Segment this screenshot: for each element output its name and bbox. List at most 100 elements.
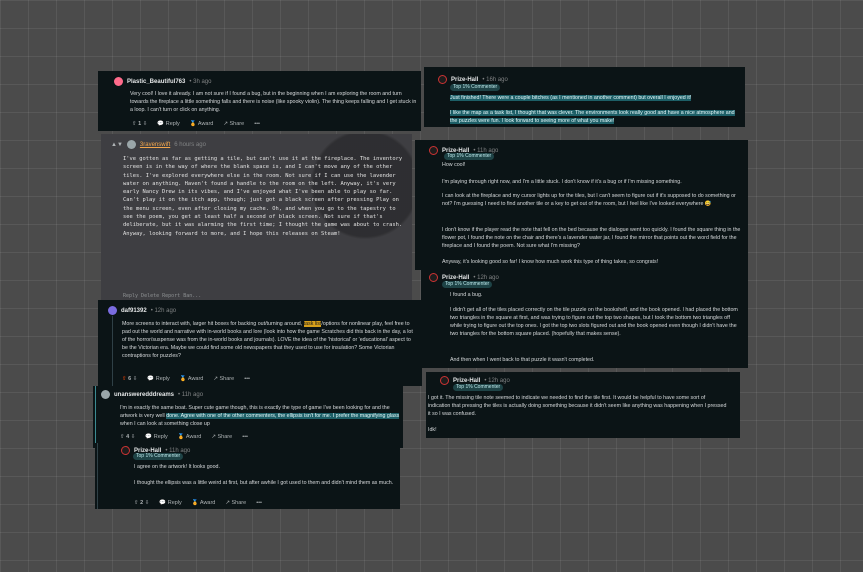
comment-card-unanswered: unansweredddreams • 11h ago I'm in exact… <box>93 386 403 448</box>
comment-body: And then when I went back to that puzzle… <box>450 357 595 363</box>
award-label: Award <box>185 434 202 440</box>
user-avatar[interactable] <box>429 273 438 282</box>
share-button[interactable]: ↗ Share <box>213 376 234 382</box>
vote-count: 2 <box>140 500 144 506</box>
comment-header: Prize-Hall • 16h ago <box>438 75 508 84</box>
user-avatar[interactable] <box>108 306 117 315</box>
comment-header: Plastic_Beautiful763 • 3h ago <box>114 77 211 86</box>
reply-button[interactable]: 💬 Reply <box>147 376 169 382</box>
comment-card-prize-finished: Prize-Hall • 16h ago Top 1% Commenter Ju… <box>424 67 745 127</box>
comment-body: More screens to interact with, larger hi… <box>122 320 416 360</box>
award-button[interactable]: 🏅 Award <box>192 500 216 506</box>
comment-actions: ⇧ 1 ⇩ 💬 Reply 🏅 Award ↗ Share ••• <box>132 121 260 127</box>
award-label: Award <box>187 376 204 382</box>
vote-controls[interactable]: ⇧ 1 ⇩ <box>132 121 147 127</box>
vote-controls[interactable]: ⇧ 6 ⇩ <box>122 376 137 382</box>
share-label: Share <box>217 434 233 440</box>
more-options-button[interactable]: ••• <box>242 434 248 440</box>
comment-header: unansweredddreams • 11h ago <box>101 390 203 399</box>
comment-card-prize-artwork: Prize-Hall • 11h ago Top 1% Commenter I … <box>95 443 400 509</box>
reply-label: Reply <box>167 500 182 506</box>
comment-card-prize-gotit: Prize-Hall • 12h ago Top 1% Commenter I … <box>426 372 740 438</box>
comment-author[interactable]: Prize-Hall <box>451 76 478 84</box>
comment-body: I thought the ellipsis was a little weir… <box>134 480 394 486</box>
award-button[interactable]: 🏅 Award <box>180 376 204 382</box>
comment-card-daf: daf91392 • 12h ago More screens to inter… <box>98 300 422 386</box>
comment-age: • 3h ago <box>189 78 212 85</box>
share-button[interactable]: ↗ Share <box>225 500 246 506</box>
reply-button[interactable]: 💬 Reply <box>157 121 179 127</box>
award-label: Award <box>197 121 214 127</box>
user-avatar[interactable] <box>440 376 449 385</box>
vote-count: 1 <box>138 121 142 127</box>
comment-actions: ⇧ 4 ⇩ 💬 Reply 🏅 Award ↗ Share ••• <box>120 434 248 440</box>
comment-body: How cool! <box>442 162 466 168</box>
comment-body: I'm playing through right now, and I'm a… <box>442 179 682 185</box>
user-flair: Top 1% Commenter <box>442 281 493 288</box>
comment-body: I don't know if the player read the note… <box>442 227 741 249</box>
comment-age: • 12h ago <box>150 307 177 314</box>
comment-actions: ⇧ 6 ⇩ 💬 Reply 🏅 Award ↗ Share ••• <box>122 376 250 382</box>
user-flair: Top 1% Commenter <box>453 384 504 391</box>
comment-actions[interactable]: Reply Delete Report Ban... <box>123 293 201 299</box>
user-flair: Top 1% Commenter <box>133 453 184 460</box>
comment-actions: ⇧ 2 ⇩ 💬 Reply 🏅 Award ↗ Share ••• <box>134 500 262 506</box>
comment-body: I can look at the fireplace and my curso… <box>442 193 736 207</box>
reply-button[interactable]: 💬 Reply <box>159 500 181 506</box>
comment-card-ravenswift: ▲▼ 3ravenswift 6 hours ago I've gotten a… <box>101 134 412 302</box>
comment-author[interactable]: 3ravenswift <box>140 141 170 149</box>
comment-card-prize-howcool: Prize-Hall • 11h ago Top 1% Commenter Ho… <box>415 140 748 270</box>
vote-controls[interactable]: ⇧ 2 ⇩ <box>134 500 149 506</box>
user-avatar[interactable] <box>429 146 438 155</box>
comment-body: I got it. The missing tile note seemed t… <box>428 395 727 417</box>
user-avatar[interactable] <box>101 390 110 399</box>
more-options-button[interactable]: ••• <box>244 376 250 382</box>
comment-body: Anyway, it's looking good so far! I know… <box>442 259 659 265</box>
comment-body: I like the map as a task list, I thought… <box>450 109 740 125</box>
award-button[interactable]: 🏅 Award <box>178 434 202 440</box>
comment-body: I'm in exactly the same boat. Super cute… <box>120 404 400 428</box>
comment-age: • 16h ago <box>482 76 508 83</box>
comment-author[interactable]: Plastic_Beautiful763 <box>127 78 185 86</box>
vote-arrows-icon[interactable]: ▲▼ <box>111 141 123 149</box>
thread-line[interactable] <box>97 443 98 509</box>
comment-header: ▲▼ 3ravenswift 6 hours ago <box>111 140 206 149</box>
share-button[interactable]: ↗ Share <box>211 434 232 440</box>
comment-card-prize-bug: Prize-Hall • 12h ago Top 1% Commenter I … <box>421 270 748 368</box>
highlighted-text: Just finished! There were a couple bitch… <box>450 95 692 101</box>
share-label: Share <box>229 121 245 127</box>
comment-body: I didn't get all of the tiles placed cor… <box>450 307 738 337</box>
thread-line[interactable] <box>112 316 113 386</box>
comment-body: I agree on the artwork! It looks good. <box>134 464 220 470</box>
highlighted-text: done. Agree with one of the other commen… <box>166 413 400 419</box>
comment-body: Just finished! There were a couple bitch… <box>450 94 740 102</box>
comment-author[interactable]: unansweredddreams <box>114 391 174 399</box>
comment-body: Very cool! I love it already. I am not s… <box>130 91 417 113</box>
comment-author[interactable]: daf91392 <box>121 307 147 315</box>
share-button[interactable]: ↗ Share <box>223 121 244 127</box>
comment-card-plastic: Plastic_Beautiful763 • 3h ago Very cool!… <box>98 71 421 131</box>
user-flair: Top 1% Commenter <box>444 153 495 160</box>
comment-age: 6 hours ago <box>174 141 206 148</box>
more-options-button[interactable]: ••• <box>254 121 260 127</box>
user-avatar[interactable] <box>114 77 123 86</box>
user-avatar[interactable] <box>121 446 130 455</box>
award-label: Award <box>199 500 216 506</box>
more-options-button[interactable]: ••• <box>256 500 262 506</box>
user-avatar[interactable] <box>438 75 447 84</box>
comment-text: when I can look at something close up <box>120 421 210 427</box>
user-avatar[interactable] <box>126 140 136 149</box>
share-label: Share <box>219 376 235 382</box>
user-flair: Top 1% Commenter <box>450 84 501 91</box>
comment-body: I found a bug. <box>450 292 483 298</box>
reply-button[interactable]: 💬 Reply <box>145 434 167 440</box>
vote-count: 6 <box>128 376 132 382</box>
thread-line[interactable] <box>95 386 96 448</box>
share-label: Share <box>231 500 247 506</box>
award-button[interactable]: 🏅 Award <box>190 121 214 127</box>
comment-header: daf91392 • 12h ago <box>108 306 176 315</box>
reply-label: Reply <box>165 121 180 127</box>
vote-count: 4 <box>126 434 130 440</box>
vote-controls[interactable]: ⇧ 4 ⇩ <box>120 434 135 440</box>
highlighted-text: task list <box>303 321 322 327</box>
